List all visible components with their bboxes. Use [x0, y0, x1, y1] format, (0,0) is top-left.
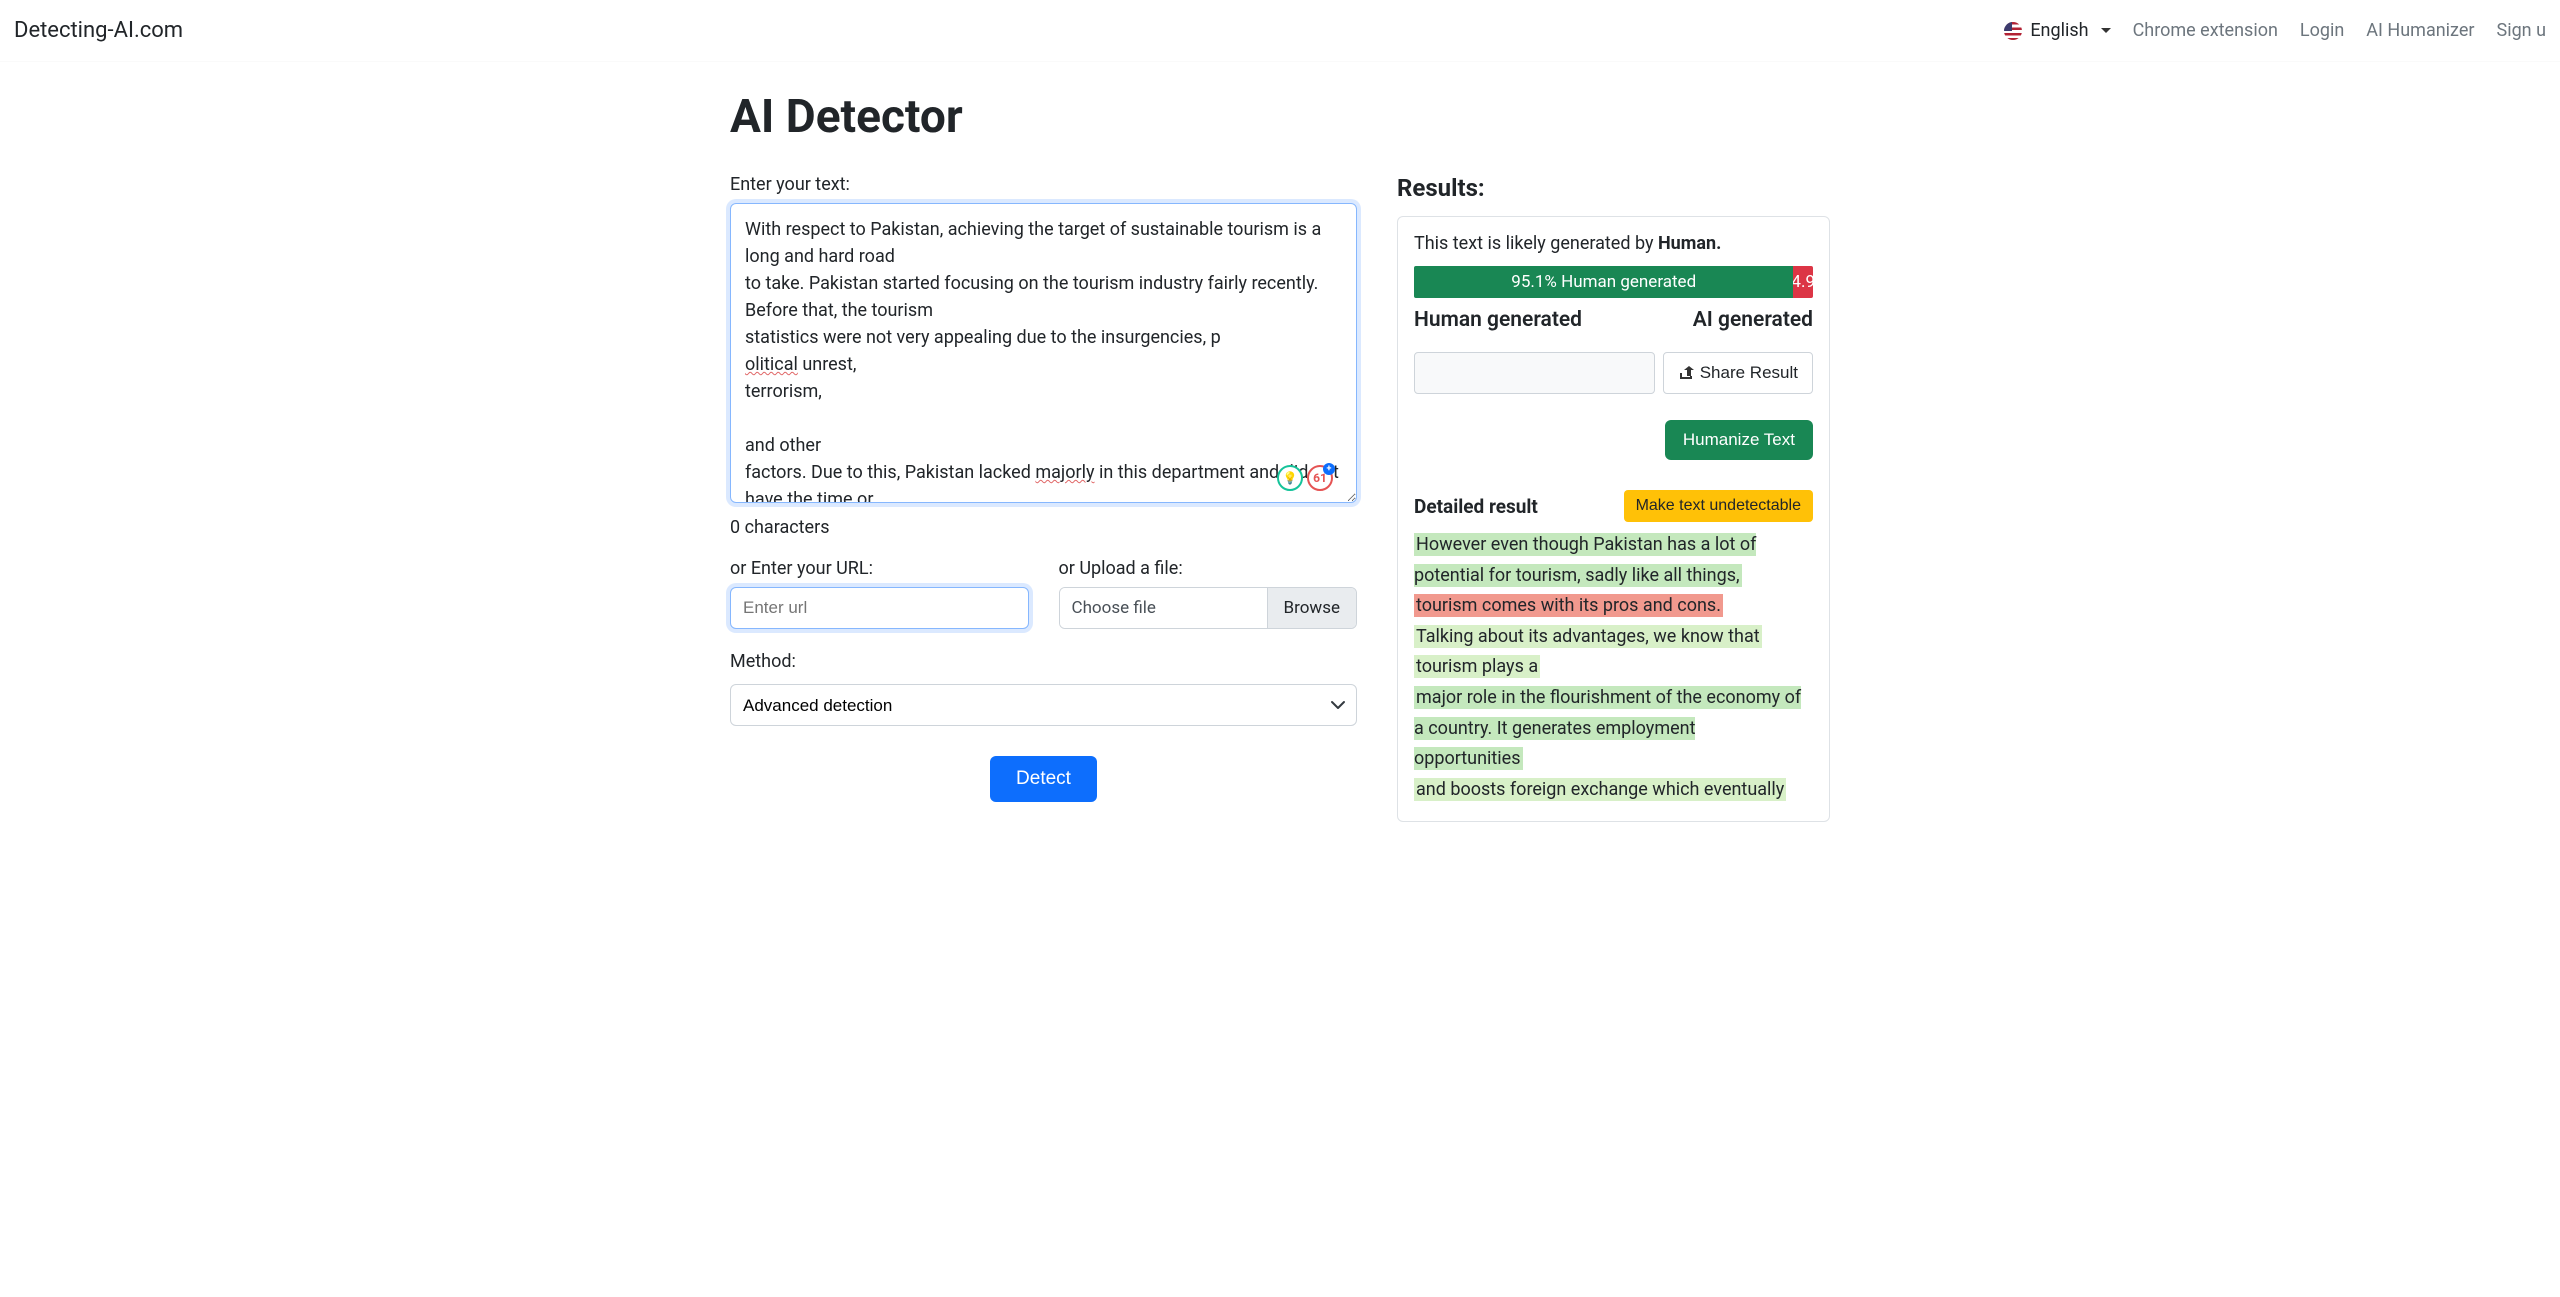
- detailed-result-heading: Detailed result: [1414, 495, 1538, 518]
- plus-icon: +: [1323, 463, 1335, 475]
- share-url-input[interactable]: [1414, 352, 1655, 394]
- results-card: This text is likely generated by Human. …: [1397, 216, 1830, 822]
- grammar-badge-group: 💡 61 +: [1277, 465, 1333, 491]
- share-result-button[interactable]: Share Result: [1663, 352, 1813, 394]
- text-line: factors. Due to this, Pakistan lacked: [745, 462, 1035, 483]
- ai-label: AI generated: [1693, 308, 1813, 332]
- segment-human: major role in the flourishment of the ec…: [1414, 686, 1801, 770]
- lightbulb-icon[interactable]: 💡: [1277, 465, 1303, 491]
- nav-login[interactable]: Login: [2300, 20, 2344, 41]
- detailed-result-body[interactable]: However even though Pakistan has a lot o…: [1414, 530, 1813, 805]
- ai-bar-text: 4.9: [1793, 272, 1813, 292]
- verdict-value: Human.: [1658, 233, 1721, 254]
- spelling-error: olitical: [745, 354, 798, 375]
- score-progress-bar: 95.1% Human generated 4.9: [1414, 266, 1813, 298]
- file-upload-label: or Upload a file:: [1059, 558, 1358, 579]
- browse-button[interactable]: Browse: [1267, 588, 1356, 628]
- make-undetectable-button[interactable]: Make text undetectable: [1624, 490, 1813, 522]
- page-title: AI Detector: [730, 90, 1830, 144]
- url-label: or Enter your URL:: [730, 558, 1029, 579]
- human-bar-text: 95.1% Human generated: [1511, 272, 1696, 292]
- results-heading: Results:: [1397, 174, 1830, 202]
- text-line: unrest,: [798, 354, 857, 375]
- nav-chrome-extension[interactable]: Chrome extension: [2133, 20, 2278, 41]
- segment-ai: tourism comes with its pros and cons.: [1414, 594, 1723, 617]
- share-button-label: Share Result: [1700, 363, 1798, 383]
- text-line: to take. Pakistan started focusing on th…: [745, 273, 1318, 321]
- character-count: 0 characters: [730, 517, 1357, 538]
- flag-icon: [2004, 22, 2022, 40]
- spelling-error: majorly: [1035, 462, 1094, 483]
- language-selector[interactable]: English: [2004, 20, 2110, 41]
- human-label: Human generated: [1414, 308, 1582, 332]
- segment-human: and boosts foreign exchange which eventu…: [1414, 778, 1786, 801]
- chevron-down-icon: [2101, 28, 2111, 33]
- brand-logo[interactable]: Detecting-AI.com: [14, 18, 183, 43]
- human-bar: 95.1% Human generated: [1414, 266, 1793, 298]
- nav-signup[interactable]: Sign u: [2497, 20, 2547, 41]
- method-select[interactable]: Advanced detection: [730, 684, 1357, 726]
- text-line: terrorism,: [745, 381, 822, 402]
- error-count-badge[interactable]: 61 +: [1307, 465, 1333, 491]
- nav-ai-humanizer[interactable]: AI Humanizer: [2366, 20, 2474, 41]
- text-line: statistics were not very appealing due t…: [745, 327, 1221, 348]
- url-input[interactable]: [730, 587, 1029, 629]
- share-icon: [1678, 365, 1694, 381]
- segment-human: Talking about its advantages, we know th…: [1414, 625, 1762, 648]
- verdict-text: This text is likely generated by Human.: [1414, 233, 1813, 254]
- segment-human: tourism plays a: [1414, 655, 1540, 678]
- file-placeholder: Choose file: [1060, 588, 1267, 628]
- text-input[interactable]: With respect to Pakistan, achieving the …: [730, 203, 1357, 503]
- verdict-prefix: This text is likely generated by: [1414, 233, 1658, 254]
- text-line: With respect to Pakistan, achieving the …: [745, 219, 1321, 267]
- text-input-label: Enter your text:: [730, 174, 1357, 195]
- humanize-text-button[interactable]: Humanize Text: [1665, 420, 1813, 460]
- ai-bar: 4.9: [1793, 266, 1813, 298]
- text-line: and other: [745, 435, 821, 456]
- method-label: Method:: [730, 651, 1357, 672]
- segment-human: However even though Pakistan has a lot o…: [1414, 533, 1756, 587]
- file-input-group[interactable]: Choose file Browse: [1059, 587, 1358, 629]
- detect-button[interactable]: Detect: [990, 756, 1097, 802]
- language-label: English: [2030, 20, 2088, 41]
